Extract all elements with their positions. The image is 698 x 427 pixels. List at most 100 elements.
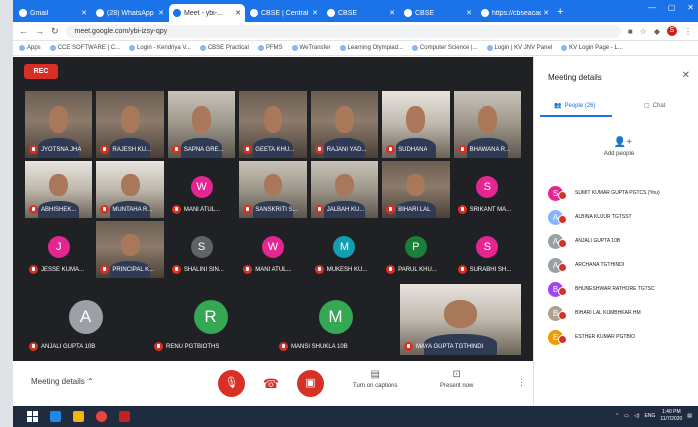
participant-tile[interactable]: J JESSE KUMA... — [25, 221, 93, 278]
explorer-icon[interactable] — [73, 411, 84, 422]
tab-close-icon[interactable]: ✕ — [389, 9, 395, 17]
clock[interactable]: 1:40 PM 11/7/2020 — [660, 409, 682, 423]
participant-list-name: ALBINA KUJUR TGTSST — [575, 214, 632, 220]
participant-tile[interactable]: W MANI ATUL... — [239, 221, 307, 278]
chat-tab-label: Chat — [652, 102, 666, 109]
menu-icon[interactable]: ⋮ — [684, 27, 692, 36]
present-button[interactable]: ⊡ Present now — [440, 369, 473, 389]
bookmark-item[interactable]: Computer Science |... — [411, 45, 478, 51]
extension-icon[interactable]: ◆ — [654, 27, 660, 36]
tab-close-icon[interactable]: ✕ — [158, 9, 164, 17]
back-icon[interactable]: ← — [19, 26, 28, 36]
volume-icon[interactable]: ◁) — [634, 413, 640, 419]
panel-title: Meeting details — [548, 73, 602, 82]
participant-tile[interactable]: RAJANI YAD... — [310, 91, 379, 158]
meeting-details-button[interactable]: Meeting details ⌃ — [31, 377, 94, 386]
bookmark-item[interactable]: Apps — [19, 45, 41, 51]
bookmark-item[interactable]: PFMS — [257, 45, 283, 51]
camera-icon[interactable]: ■ — [628, 27, 633, 36]
forward-icon[interactable]: → — [35, 26, 44, 36]
browser-tab[interactable]: CBSE ✕ — [323, 4, 399, 22]
bookmark-item[interactable]: Login | KV JNV Panel — [486, 45, 552, 51]
network-icon[interactable]: ▭ — [624, 413, 629, 419]
participant-tile[interactable]: MAYA GUPTA TGTHINDI — [400, 284, 521, 355]
more-options-icon[interactable]: ⋮ — [517, 377, 526, 388]
participant-tile[interactable]: M MANSI SHUKLA 10B — [275, 284, 396, 355]
maximize-icon[interactable]: ▢ — [668, 3, 676, 12]
captions-button[interactable]: ▤ Turn on captions — [353, 369, 397, 389]
browser-tab[interactable]: Meet - ybi-... ✕ — [169, 4, 245, 22]
edge-icon[interactable] — [50, 411, 61, 422]
close-icon[interactable]: ✕ — [682, 70, 690, 81]
participant-list-item[interactable]: B BHUNESHWAR RATHORE TGTSC — [548, 277, 693, 301]
hang-up-button[interactable]: ☎ — [261, 376, 281, 392]
notifications-icon[interactable]: ▤ — [687, 413, 692, 419]
participant-tile[interactable]: P PARUL KHU... — [382, 221, 450, 278]
bookmark-item[interactable]: KV Login Page - L... — [561, 45, 623, 51]
star-icon[interactable]: ☆ — [640, 27, 647, 36]
tab-close-icon[interactable]: ✕ — [235, 9, 241, 17]
participant-tile[interactable]: BHAWANA R... — [453, 91, 521, 158]
participant-list-item[interactable]: A ALBINA KUJUR TGTSST — [548, 205, 693, 229]
tab-close-icon[interactable]: ✕ — [543, 9, 549, 17]
participant-list-item[interactable]: S SUMIT KUMAR GUPTA PGTCS (You) — [548, 181, 693, 205]
profile-avatar[interactable]: S — [667, 26, 677, 36]
minimize-icon[interactable]: — — [648, 3, 656, 12]
reload-icon[interactable]: ↻ — [51, 26, 59, 37]
rec-label: REC — [33, 68, 49, 75]
mic-off-button[interactable]: 🎙 — [218, 370, 245, 397]
participant-tile[interactable]: S SHALINI SIN... — [167, 221, 236, 278]
tab-close-icon[interactable]: ✕ — [312, 9, 318, 17]
bookmark-icon — [339, 45, 346, 51]
participant-tile[interactable]: W MANI ATUL... — [167, 161, 236, 218]
add-person-icon: 👤+ — [613, 137, 633, 148]
tab-chat[interactable]: ▢ Chat — [644, 102, 666, 110]
bookmark-item[interactable]: Login - Kendriya V... — [129, 45, 191, 51]
browser-tab[interactable]: CBSE | Central Bo...✕ — [246, 4, 322, 22]
participant-tile[interactable]: SANSKRITI S... — [239, 161, 307, 218]
windows-start-icon[interactable] — [27, 411, 38, 422]
new-tab-button[interactable]: + — [557, 4, 563, 22]
tab-close-icon[interactable]: ✕ — [81, 9, 87, 17]
participant-tile[interactable]: M MUKESH KU... — [310, 221, 379, 278]
tray-arrow-icon[interactable]: ⌃ — [615, 413, 619, 419]
browser-tab[interactable]: Gmail ✕ — [15, 4, 91, 22]
participant-tile[interactable]: JYOTSNA JHA — [25, 91, 93, 158]
browser-tab[interactable]: CBSE ✕ — [400, 4, 476, 22]
participant-tile[interactable]: ABHISHEK... — [25, 161, 93, 218]
participant-tile[interactable]: SAPNA GRE... — [167, 91, 236, 158]
bookmark-item[interactable]: WeTransfer — [291, 45, 331, 51]
chrome-icon[interactable] — [96, 411, 107, 422]
url-input[interactable]: meet.google.com/ybi-izsy-qpy — [65, 24, 621, 38]
browser-tab[interactable]: (28) WhatsApp ✕ — [92, 4, 168, 22]
participant-tile[interactable]: MUNTAHA R... — [96, 161, 164, 218]
close-window-icon[interactable]: ✕ — [687, 3, 694, 12]
participant-list-item[interactable]: E ESTHER KUMAR PGTBIO — [548, 325, 693, 349]
language-indicator[interactable]: ENG — [645, 413, 656, 419]
camera-off-button[interactable]: ▣ — [297, 370, 324, 397]
bookmark-label: Login - Kendriya V... — [137, 45, 191, 51]
mic-muted-icon — [29, 145, 38, 154]
participant-list-item[interactable]: B BIHARI LAL KUMBHKAR HM — [548, 301, 693, 325]
participant-tile[interactable]: R RENU PGTBIOTHS — [150, 284, 271, 355]
pdf-icon[interactable] — [119, 411, 130, 422]
bookmark-label: Apps — [27, 45, 41, 51]
participant-tile[interactable]: SUDHANA — [382, 91, 450, 158]
participant-tile[interactable]: PRINCIPAL K... — [96, 221, 164, 278]
tab-people[interactable]: 👥 People (26) — [554, 102, 596, 110]
bookmark-item[interactable]: CBSE Practical — [199, 45, 249, 51]
browser-tab[interactable]: https://cbseacad...✕ — [477, 4, 553, 22]
bookmark-item[interactable]: Learning Olympiad... — [339, 45, 403, 51]
participant-list-item[interactable]: A ANJALI GUPTA 10B — [548, 229, 693, 253]
bookmark-item[interactable]: CCE SOFTWARE | C... — [49, 45, 120, 51]
participant-tile[interactable]: BIHARI LAL — [382, 161, 450, 218]
participant-list-item[interactable]: A ARCHANA TGTHINDI — [548, 253, 693, 277]
participant-tile[interactable]: GEETA KHU... — [239, 91, 307, 158]
add-people-button[interactable]: 👤+ Add people — [599, 137, 639, 157]
tab-close-icon[interactable]: ✕ — [466, 9, 472, 17]
participant-tile[interactable]: RAJESH KU... — [96, 91, 164, 158]
participant-tile[interactable]: JALBAH KU... — [310, 161, 379, 218]
participant-tile[interactable]: S SURABHI SH... — [453, 221, 521, 278]
participant-tile[interactable]: A ANJALI GUPTA 10B — [25, 284, 146, 355]
participant-tile[interactable]: S SRIKANT MA... — [453, 161, 521, 218]
